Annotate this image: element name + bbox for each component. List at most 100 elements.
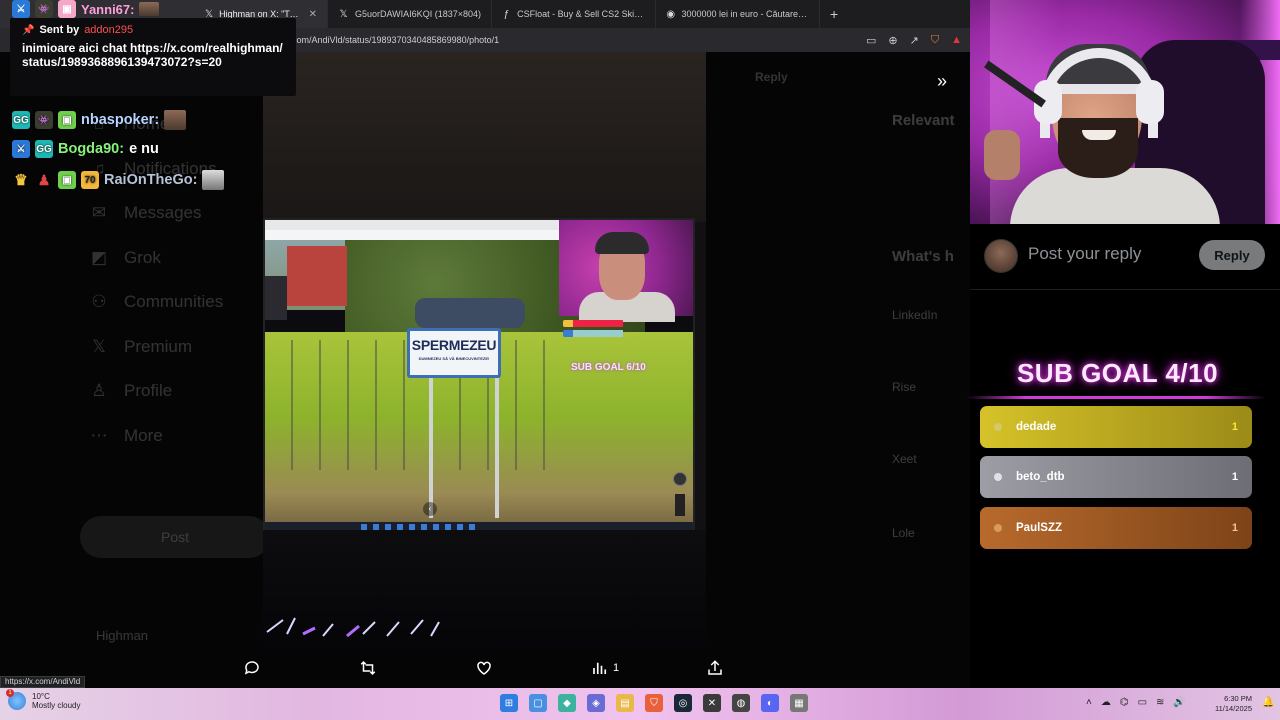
obs-icon[interactable]: ◍ <box>732 694 750 712</box>
link-status-url: https://x.com/AndiVld <box>0 676 86 688</box>
address-url[interactable]: com/AndiVld/status/1989370340485869980/p… <box>292 35 499 45</box>
leaderboard-row: beto_dtb 1 <box>980 456 1252 498</box>
nav-label: Profile <box>124 381 173 401</box>
trend-item[interactable]: Lole <box>892 526 915 540</box>
trend-item[interactable]: Rise <box>892 380 916 394</box>
tab-image[interactable]: 𝕏 G5uorDAWIAI6KQI (1837×804) <box>328 0 492 28</box>
town-sign: SPERMEZEU DUMNEZEU SĂ VĂ BINECUVINTEZE! <box>407 328 501 378</box>
stream-chat-overlay: ⚔ 👾 ▣ Yanni67: 📌 Sent by addon295 inimio… <box>0 0 300 200</box>
zoom-icon[interactable]: ⊕ <box>888 34 897 47</box>
emote-icon <box>202 170 225 190</box>
clock-date: 11/14/2025 <box>1215 704 1252 713</box>
tab-csfloat[interactable]: ƒ CSFloat - Buy & Sell CS2 Skins on the <box>492 0 656 28</box>
tab-label: 3000000 lei in euro - Căutare Google <box>681 9 809 19</box>
brave-rewards-icon[interactable]: ▲ <box>951 34 962 47</box>
screen-icon[interactable]: ▭ <box>866 34 876 47</box>
prime-badge-icon: ⚔ <box>12 140 30 158</box>
app-icon[interactable]: ◈ <box>587 694 605 712</box>
reply-composer: Post your reply Reply <box>970 224 1280 290</box>
chat-username: RaiOnTheGo: <box>104 172 198 188</box>
chat-username: Yanni67: <box>81 1 135 17</box>
town-sign-subtitle: DUMNEZEU SĂ VĂ BINECUVINTEZE! <box>418 356 490 361</box>
chat-line: ⚔ GG Bogda90: e nu <box>12 140 159 158</box>
car <box>415 298 525 328</box>
reply-action[interactable] <box>243 658 261 678</box>
notification-bell-icon[interactable]: 🔔 <box>1262 697 1274 708</box>
zoom-control <box>675 494 685 516</box>
weather-widget[interactable]: 1 10°C Mostly cloudy <box>6 689 80 710</box>
leader-name: PaulSZZ <box>1016 522 1063 534</box>
share-icon[interactable]: ↗ <box>910 34 919 47</box>
like-action[interactable] <box>475 658 493 678</box>
xbox-icon[interactable]: ✕ <box>703 694 721 712</box>
right-overlay-panel: Post your reply Reply SUB GOAL 4/10 deda… <box>966 224 1280 688</box>
wifi-icon[interactable]: ≋ <box>1156 697 1164 708</box>
taskbar-apps: ⊞ ▢ ◆ ◈ ▤ ⛉ ◎ ✕ ◍ ◐ ▦ <box>500 694 808 712</box>
monitor-sub-goal: SUB GOAL 6/10 <box>571 362 646 373</box>
screen: 𝕏 Highman on X: "Trading my P ✕ 𝕏 G5uorD… <box>0 0 1280 720</box>
google-icon: ◉ <box>666 8 676 20</box>
file-explorer-icon[interactable]: ▤ <box>616 694 634 712</box>
emote-badge-icon: 👾 <box>35 111 53 129</box>
widgets-icon[interactable]: ◆ <box>558 694 576 712</box>
monitor-chat <box>563 320 693 348</box>
sub-badge-icon: GG <box>12 111 30 129</box>
windows-taskbar: 1 10°C Mostly cloudy ⊞ ▢ ◆ ◈ ▤ ⛉ ◎ ✕ ◍ ◐… <box>0 688 1280 720</box>
reply-button[interactable]: Reply <box>1199 240 1265 270</box>
nav-label: Messages <box>124 203 202 223</box>
app-icon[interactable]: ▦ <box>790 694 808 712</box>
brave-shield-icon[interactable]: ⛉ <box>931 34 939 47</box>
tab-google[interactable]: ◉ 3000000 lei in euro - Căutare Google <box>656 0 820 28</box>
new-tab-button[interactable]: + <box>820 6 848 22</box>
display-icon[interactable]: ▭ <box>1138 697 1147 708</box>
chevron-up-icon[interactable]: ˄ <box>1086 697 1092 708</box>
grok-icon: ◩ <box>90 247 108 267</box>
csfloat-icon: ƒ <box>503 8 510 20</box>
task-view-icon[interactable]: ▢ <box>529 694 547 712</box>
brave-browser-icon[interactable]: ⛉ <box>645 694 663 712</box>
account-switcher[interactable]: Highman <box>96 628 148 643</box>
discord-icon[interactable]: ◐ <box>761 694 779 712</box>
nav-grok[interactable]: ◩ Grok <box>88 236 268 281</box>
person-icon: ♙ <box>91 381 107 401</box>
steam-icon[interactable]: ◎ <box>674 694 692 712</box>
rank-dot-icon <box>994 524 1002 532</box>
share-action[interactable] <box>706 658 724 678</box>
emote-icon <box>164 110 187 130</box>
crown-badge-icon: ♛ <box>14 172 28 189</box>
x-logo-icon: 𝕏 <box>92 336 106 356</box>
close-icon[interactable]: ✕ <box>309 9 317 20</box>
compass-icon <box>673 472 687 486</box>
trend-item[interactable]: LinkedIn <box>892 308 937 322</box>
nav-more[interactable]: ⋯ More <box>88 414 268 459</box>
chat-message: e nu <box>129 141 159 157</box>
whats-happening-title: What's h <box>892 248 954 265</box>
streamer-webcam <box>970 0 1280 224</box>
leader-count: 1 <box>1231 471 1238 483</box>
chat-line-top: ⚔ 👾 ▣ Yanni67: <box>12 0 160 18</box>
expand-panel-icon[interactable]: » <box>930 70 954 94</box>
views-action[interactable]: 1 <box>591 658 619 678</box>
network-icon[interactable]: ⌬ <box>1120 697 1129 708</box>
cloud-icon[interactable]: ☁ <box>1101 697 1111 708</box>
more-icon: ⋯ <box>90 425 108 445</box>
windows-start-icon[interactable]: ⊞ <box>500 694 518 712</box>
nav-communities[interactable]: ⚇ Communities <box>88 280 268 325</box>
monitor-webcam <box>559 220 693 322</box>
reply-input[interactable]: Post your reply <box>1028 244 1141 264</box>
photo-monitor: SPERMEZEU DUMNEZEU SĂ VĂ BINECUVINTEZE! … <box>263 218 695 536</box>
trend-item[interactable]: Xeet <box>892 452 917 466</box>
views-chart-icon <box>593 662 607 674</box>
volume-icon[interactable]: 🔊 <box>1173 697 1185 708</box>
nav-profile[interactable]: ♙ Profile <box>88 369 268 414</box>
system-clock[interactable]: 6:30 PM 11/14/2025 <box>1204 694 1252 714</box>
leader-name: dedade <box>1016 421 1057 433</box>
photo-viewer[interactable]: SPERMEZEU DUMNEZEU SĂ VĂ BINECUVINTEZE! … <box>263 52 706 652</box>
repost-action[interactable] <box>359 658 377 678</box>
post-button[interactable]: Post <box>80 516 270 558</box>
tab-label: CSFloat - Buy & Sell CS2 Skins on the <box>517 9 645 19</box>
emote-icon <box>139 2 160 16</box>
nav-premium[interactable]: 𝕏 Premium <box>88 325 268 370</box>
weather-icon: 1 <box>6 689 26 710</box>
gift-badge-icon: ▣ <box>58 111 76 129</box>
